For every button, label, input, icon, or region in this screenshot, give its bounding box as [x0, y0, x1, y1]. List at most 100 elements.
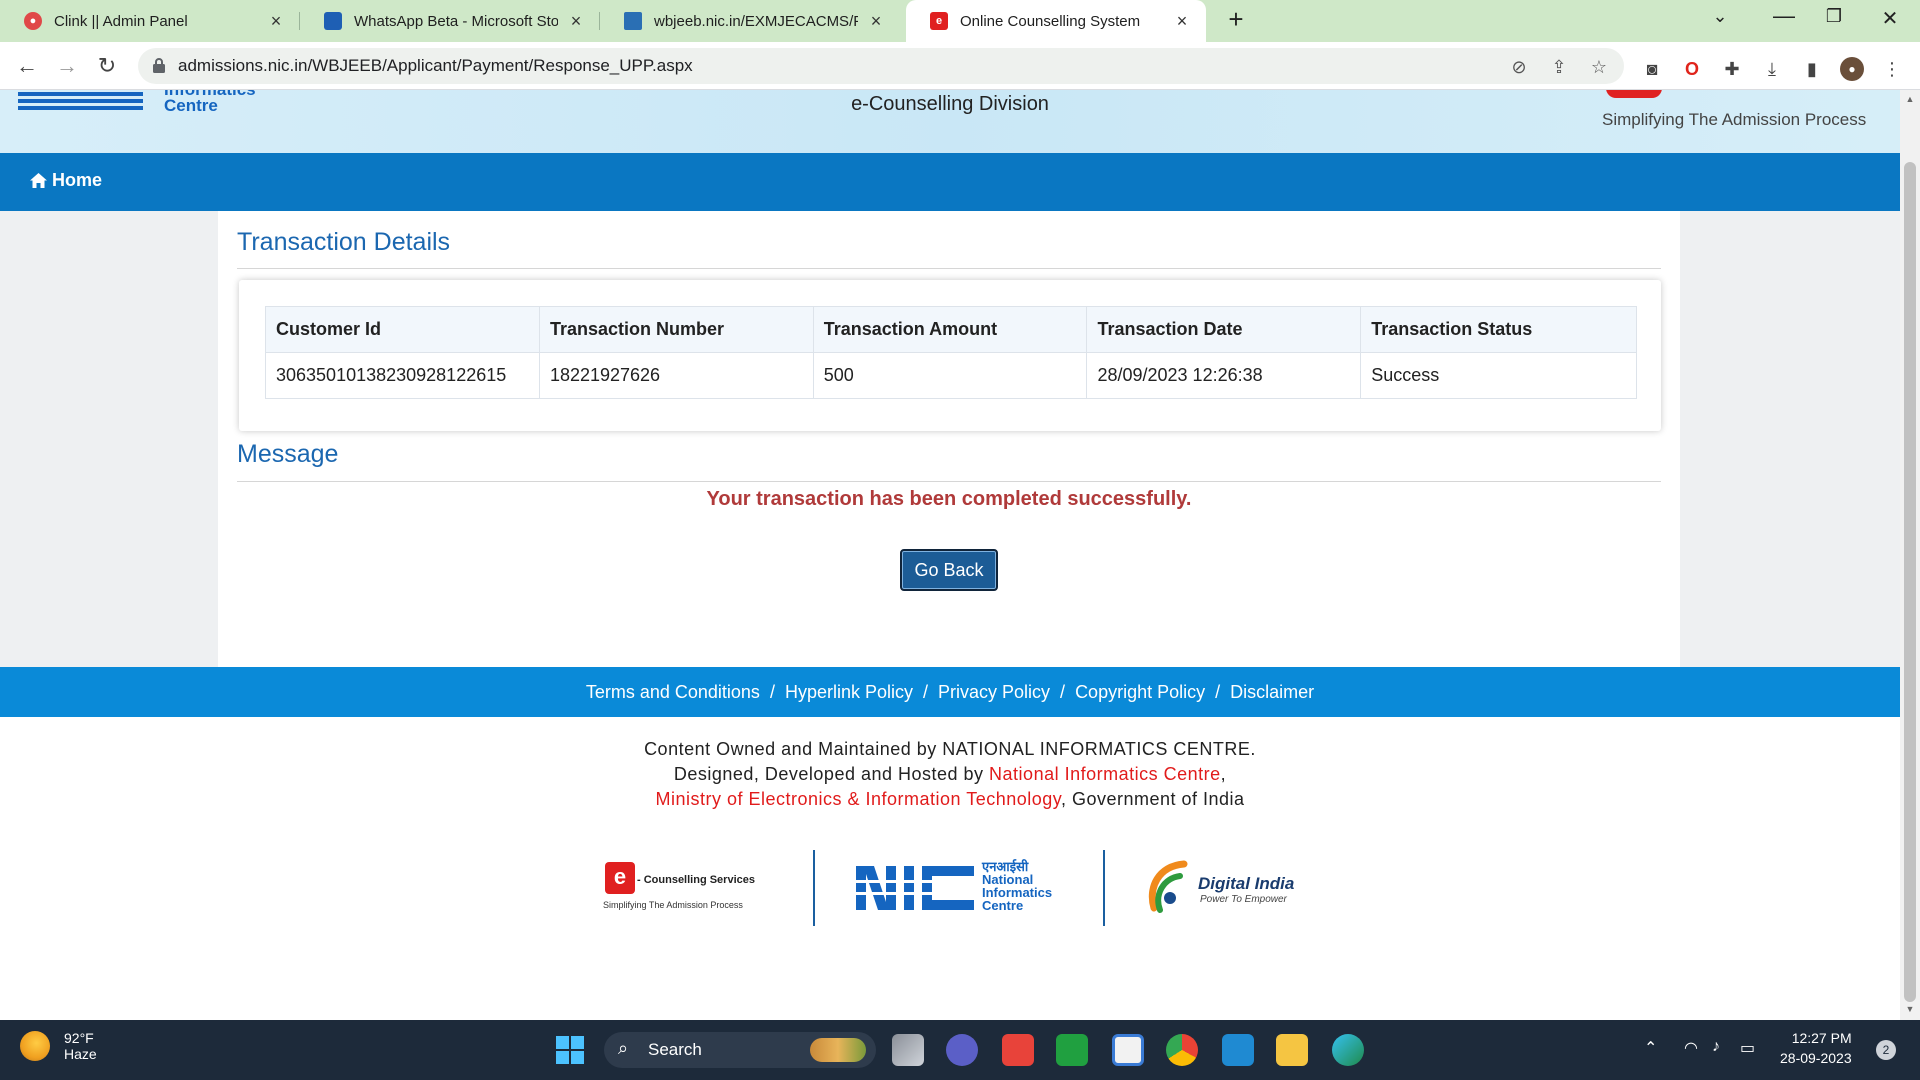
transaction-date-cell: 28/09/2023 12:26:38: [1086, 352, 1362, 399]
go-back-button[interactable]: Go Back: [900, 549, 998, 591]
link-separator: /: [923, 681, 929, 702]
heading-divider: [237, 481, 1661, 482]
transaction-details-heading: Transaction Details: [237, 228, 451, 256]
spreadsheet-app-icon[interactable]: [1056, 1034, 1088, 1066]
anydesk-icon[interactable]: [1002, 1034, 1034, 1066]
browser-tab-strip: ● Clink || Admin Panel × WhatsApp Beta -…: [0, 0, 1920, 42]
search-highlight-icon: [810, 1038, 866, 1062]
microsoft-store-icon: [324, 12, 342, 30]
scroll-up-arrow-icon[interactable]: ▲: [1904, 94, 1916, 104]
digital-india-logo[interactable]: Digital India Power To Empower: [1144, 858, 1314, 920]
tab-clink-admin[interactable]: ● Clink || Admin Panel ×: [0, 0, 300, 42]
search-label: Search: [648, 1040, 702, 1059]
taskbar-search[interactable]: ⌕ Search: [604, 1032, 876, 1068]
weather-widget[interactable]: 92°F Haze: [20, 1030, 97, 1062]
scrollbar-thumb[interactable]: [1904, 162, 1916, 1002]
digital-india-swoosh-icon: [1148, 860, 1188, 913]
tab-close-icon[interactable]: ×: [866, 11, 886, 32]
logo-title: - Counselling Services: [637, 874, 755, 886]
terms-link[interactable]: Terms and Conditions: [586, 682, 760, 703]
close-window-button[interactable]: ✕: [1870, 6, 1910, 31]
scroll-down-arrow-icon[interactable]: ▼: [1904, 1004, 1916, 1014]
digital-india-title: Digital India: [1198, 874, 1295, 893]
page-scrollbar[interactable]: ▲ ▼: [1900, 90, 1920, 1020]
ecounselling-e-icon: e: [605, 862, 635, 894]
credits-line-1: Content Owned and Maintained by NATIONAL…: [644, 739, 1256, 759]
tab-close-icon[interactable]: ×: [1172, 11, 1192, 32]
main-navbar: Home: [0, 153, 1900, 211]
address-bar[interactable]: admissions.nic.in/WBJEEB/Applicant/Payme…: [138, 48, 1624, 84]
side-panel-icon[interactable]: ▮: [1800, 57, 1824, 81]
edge-browser-icon[interactable]: [1332, 1034, 1364, 1066]
main-content: Transaction Details Customer Id Transact…: [218, 211, 1680, 667]
browser-toolbar: ← → ↻ admissions.nic.in/WBJEEB/Applicant…: [0, 42, 1920, 90]
logo-subtitle: Simplifying The Admission Process: [603, 900, 743, 910]
ecounselling-logo[interactable]: [1606, 90, 1662, 98]
tab-close-icon[interactable]: ×: [266, 11, 286, 32]
show-hidden-icons-chevron-icon[interactable]: ⌃: [1644, 1038, 1657, 1058]
back-arrow-icon[interactable]: ←: [12, 51, 42, 81]
extensions-puzzle-icon[interactable]: ✚: [1720, 57, 1744, 81]
battery-icon[interactable]: ▭: [1740, 1038, 1755, 1058]
system-clock[interactable]: 12:27 PM 28-09-2023: [1780, 1028, 1852, 1068]
teams-chat-icon[interactable]: [946, 1034, 978, 1066]
nic-favicon-icon: [624, 12, 642, 30]
header-tagline: Simplifying The Admission Process: [1602, 110, 1867, 129]
footer-links-bar: Terms and Conditions / Hyperlink Policy …: [0, 667, 1900, 717]
notification-badge[interactable]: 2: [1876, 1040, 1896, 1060]
clink-favicon-icon: ●: [24, 12, 42, 30]
minimize-button[interactable]: —: [1764, 3, 1804, 29]
tab-wbjeeb[interactable]: wbjeeb.nic.in/EXMJECACMS/Page ×: [600, 0, 900, 42]
ecounselling-services-logo[interactable]: e - Counselling Services Simplifying The…: [603, 862, 783, 912]
reload-icon[interactable]: ↻: [92, 51, 122, 81]
site-footer: Content Owned and Maintained by NATIONAL…: [0, 717, 1900, 1020]
share-icon[interactable]: ⇪: [1548, 56, 1570, 78]
tab-search-chevron-icon[interactable]: ⌄: [1700, 6, 1740, 27]
menu-kebab-icon[interactable]: ⋮: [1880, 57, 1904, 81]
wifi-icon[interactable]: ◠: [1684, 1038, 1698, 1058]
privacy-policy-link[interactable]: Privacy Policy: [938, 682, 1050, 703]
forward-arrow-icon[interactable]: →: [52, 51, 82, 81]
tracking-eye-off-icon[interactable]: ⊘: [1508, 56, 1530, 78]
opera-extension-icon[interactable]: O: [1680, 57, 1704, 81]
microsoft-store-taskbar-icon[interactable]: [1112, 1034, 1144, 1066]
disclaimer-link[interactable]: Disclaimer: [1230, 682, 1314, 703]
hyperlink-policy-link[interactable]: Hyperlink Policy: [785, 682, 913, 703]
file-explorer-icon[interactable]: [1276, 1034, 1308, 1066]
lock-icon[interactable]: [152, 57, 166, 74]
volume-icon[interactable]: ♪: [1712, 1038, 1720, 1056]
credits-line-3: Ministry of Electronics & Information Te…: [0, 789, 1900, 810]
tab-online-counselling[interactable]: e Online Counselling System ×: [906, 0, 1206, 42]
tab-title: Clink || Admin Panel: [54, 12, 188, 30]
site-header: Informatics Centre e-Counselling Divisio…: [0, 90, 1900, 153]
page-viewport: Informatics Centre e-Counselling Divisio…: [0, 90, 1900, 1020]
bookmark-star-icon[interactable]: ☆: [1588, 56, 1610, 78]
logo-divider: [1103, 850, 1105, 926]
digital-india-tagline: Power To Empower: [1200, 894, 1287, 905]
vscode-icon[interactable]: [1222, 1034, 1254, 1066]
nic-footer-logo[interactable]: एनआईसी National Informatics Centre: [856, 860, 1066, 920]
transaction-amount-cell: 500: [812, 352, 1088, 399]
credits-comma: ,: [1220, 764, 1227, 784]
tab-close-icon[interactable]: ×: [566, 11, 586, 32]
credits-line-2: Designed, Developed and Hosted by Nation…: [0, 764, 1900, 785]
nav-home-link[interactable]: Home: [30, 170, 102, 191]
tab-whatsapp-store[interactable]: WhatsApp Beta - Microsoft Store ×: [300, 0, 600, 42]
message-heading: Message: [237, 440, 339, 468]
link-separator: /: [1215, 681, 1221, 702]
chrome-taskbar-icon[interactable]: [1166, 1034, 1198, 1066]
nic-link[interactable]: National Informatics Centre: [989, 764, 1221, 784]
meity-link[interactable]: Ministry of Electronics & Information Te…: [655, 789, 1061, 809]
nav-home-label: Home: [52, 170, 103, 190]
restore-button[interactable]: ❐: [1814, 6, 1854, 27]
copyright-policy-link[interactable]: Copyright Policy: [1075, 682, 1205, 703]
windows-start-icon[interactable]: [556, 1036, 584, 1064]
download-icon[interactable]: ⤓: [1760, 57, 1784, 81]
column-header: Transaction Status: [1360, 306, 1637, 353]
profile-avatar[interactable]: ●: [1840, 57, 1864, 81]
transaction-table: Customer Id Transaction Number Transacti…: [265, 306, 1637, 399]
link-separator: /: [1060, 681, 1066, 702]
new-tab-button[interactable]: +: [1220, 4, 1252, 35]
camera-extension-icon[interactable]: ◙: [1640, 57, 1664, 81]
task-view-icon[interactable]: [892, 1034, 924, 1066]
